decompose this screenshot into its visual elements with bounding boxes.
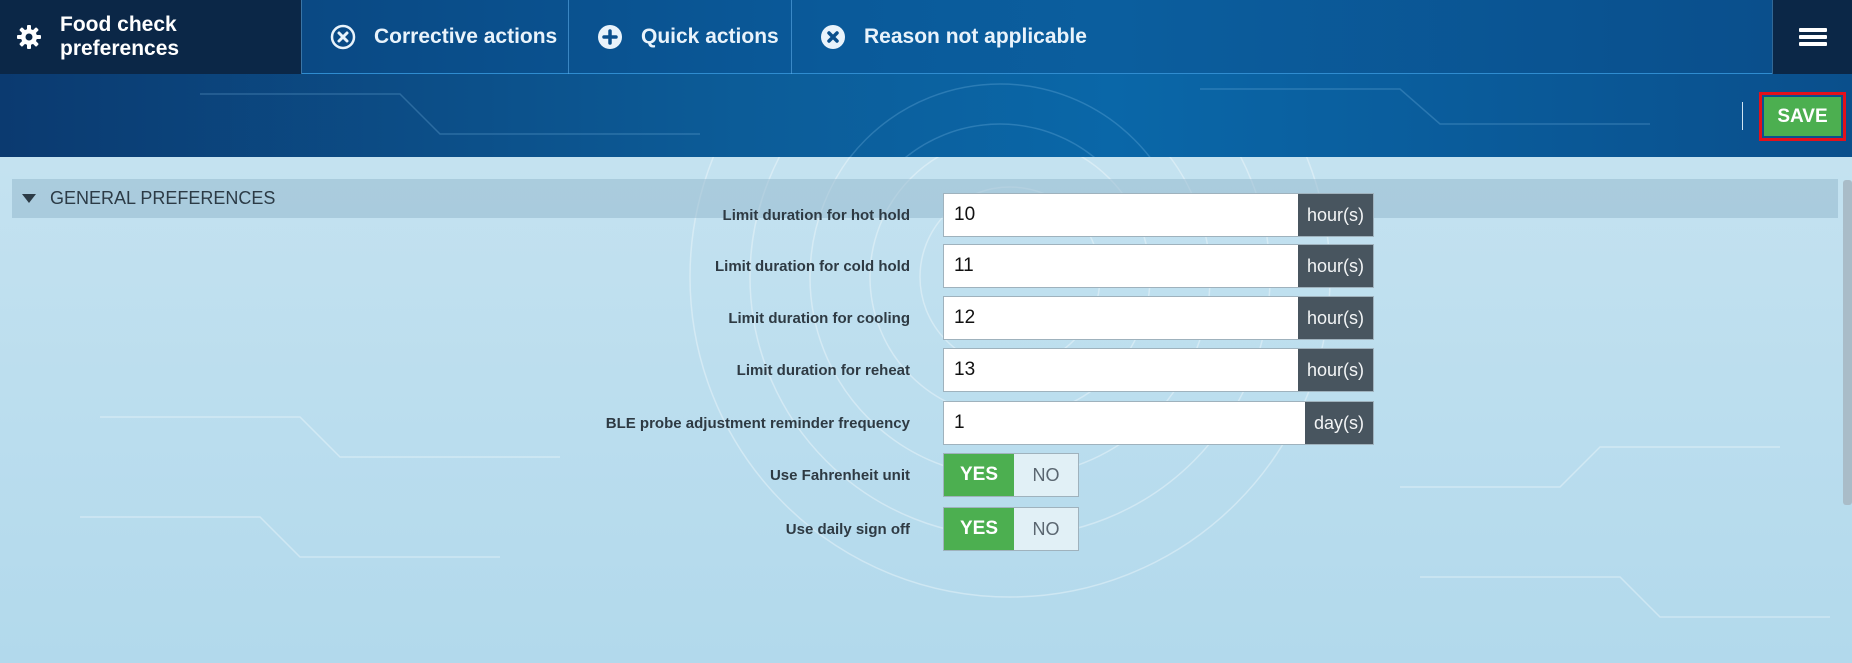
daily-sign-off-toggle: YES NO [943, 507, 1079, 551]
field-row-reheat: Limit duration for reheat hour(s) [0, 348, 1852, 394]
reheat-duration-input[interactable] [944, 349, 1298, 391]
tab-corrective-actions[interactable]: Corrective actions [302, 0, 569, 74]
fahrenheit-toggle: YES NO [943, 453, 1079, 497]
field-label: BLE probe adjustment reminder frequency [605, 415, 910, 432]
unit-addon: hour(s) [1297, 297, 1373, 339]
vertical-scrollbar[interactable] [1843, 180, 1852, 505]
cold-hold-duration-field: hour(s) [943, 244, 1374, 288]
reheat-duration-field: hour(s) [943, 348, 1374, 392]
unit-addon: day(s) [1304, 402, 1373, 444]
tab-label: Quick actions [641, 25, 779, 48]
hot-hold-duration-input[interactable] [944, 194, 1298, 236]
tab-label: Reason not applicable [864, 25, 1087, 48]
tab-label: Food check preferences [60, 13, 180, 60]
hot-hold-duration-field: hour(s) [943, 193, 1374, 237]
circle-x-filled-icon [820, 24, 846, 50]
tab-quick-actions[interactable]: Quick actions [569, 0, 792, 74]
field-label: Limit duration for reheat [736, 362, 910, 379]
toggle-label: Use Fahrenheit unit [769, 467, 910, 484]
unit-addon: hour(s) [1297, 349, 1373, 391]
toolbar: SAVE [0, 74, 1852, 157]
gear-icon [16, 24, 42, 50]
circle-x-icon [330, 24, 356, 50]
field-row-cooling: Limit duration for cooling hour(s) [0, 296, 1852, 342]
preferences-content: GENERAL PREFERENCES Limit duration for h… [0, 157, 1852, 663]
unit-addon: hour(s) [1297, 245, 1373, 287]
tab-reason-not-applicable[interactable]: Reason not applicable [792, 0, 1092, 74]
toolbar-divider [1742, 102, 1743, 130]
hamburger-bars [1799, 25, 1827, 49]
fahrenheit-no-option[interactable]: NO [1014, 454, 1078, 496]
field-label: Limit duration for cooling [728, 310, 910, 327]
tab-label: Corrective actions [374, 25, 558, 48]
circle-plus-icon [597, 24, 623, 50]
ble-reminder-frequency-field: day(s) [943, 401, 1374, 445]
cooling-duration-field: hour(s) [943, 296, 1374, 340]
daily-sign-off-yes-option[interactable]: YES [944, 508, 1014, 550]
field-label: Limit duration for cold hold [715, 258, 910, 275]
field-label: Limit duration for hot hold [722, 207, 910, 224]
cooling-duration-input[interactable] [944, 297, 1298, 339]
hamburger-menu-icon[interactable] [1772, 0, 1852, 74]
save-button-highlight: SAVE [1759, 92, 1846, 141]
toggle-label: Use daily sign off [785, 521, 910, 538]
field-row-hot-hold: Limit duration for hot hold hour(s) [0, 193, 1852, 239]
fahrenheit-yes-option[interactable]: YES [944, 454, 1014, 496]
cold-hold-duration-input[interactable] [944, 245, 1298, 287]
toggle-row-fahrenheit: Use Fahrenheit unit YES NO [0, 453, 1852, 499]
tab-food-check-preferences[interactable]: Food check preferences [0, 0, 302, 74]
daily-sign-off-no-option[interactable]: NO [1014, 508, 1078, 550]
top-navigation: Food check preferences Corrective action… [0, 0, 1852, 74]
toggle-row-daily-sign-off: Use daily sign off YES NO [0, 507, 1852, 553]
field-row-cold-hold: Limit duration for cold hold hour(s) [0, 244, 1852, 290]
circuit-background-graphic [200, 83, 1650, 157]
field-row-ble-reminder: BLE probe adjustment reminder frequency … [0, 401, 1852, 447]
ble-reminder-frequency-input[interactable] [944, 402, 1305, 444]
unit-addon: hour(s) [1297, 194, 1373, 236]
save-button[interactable]: SAVE [1764, 97, 1841, 136]
